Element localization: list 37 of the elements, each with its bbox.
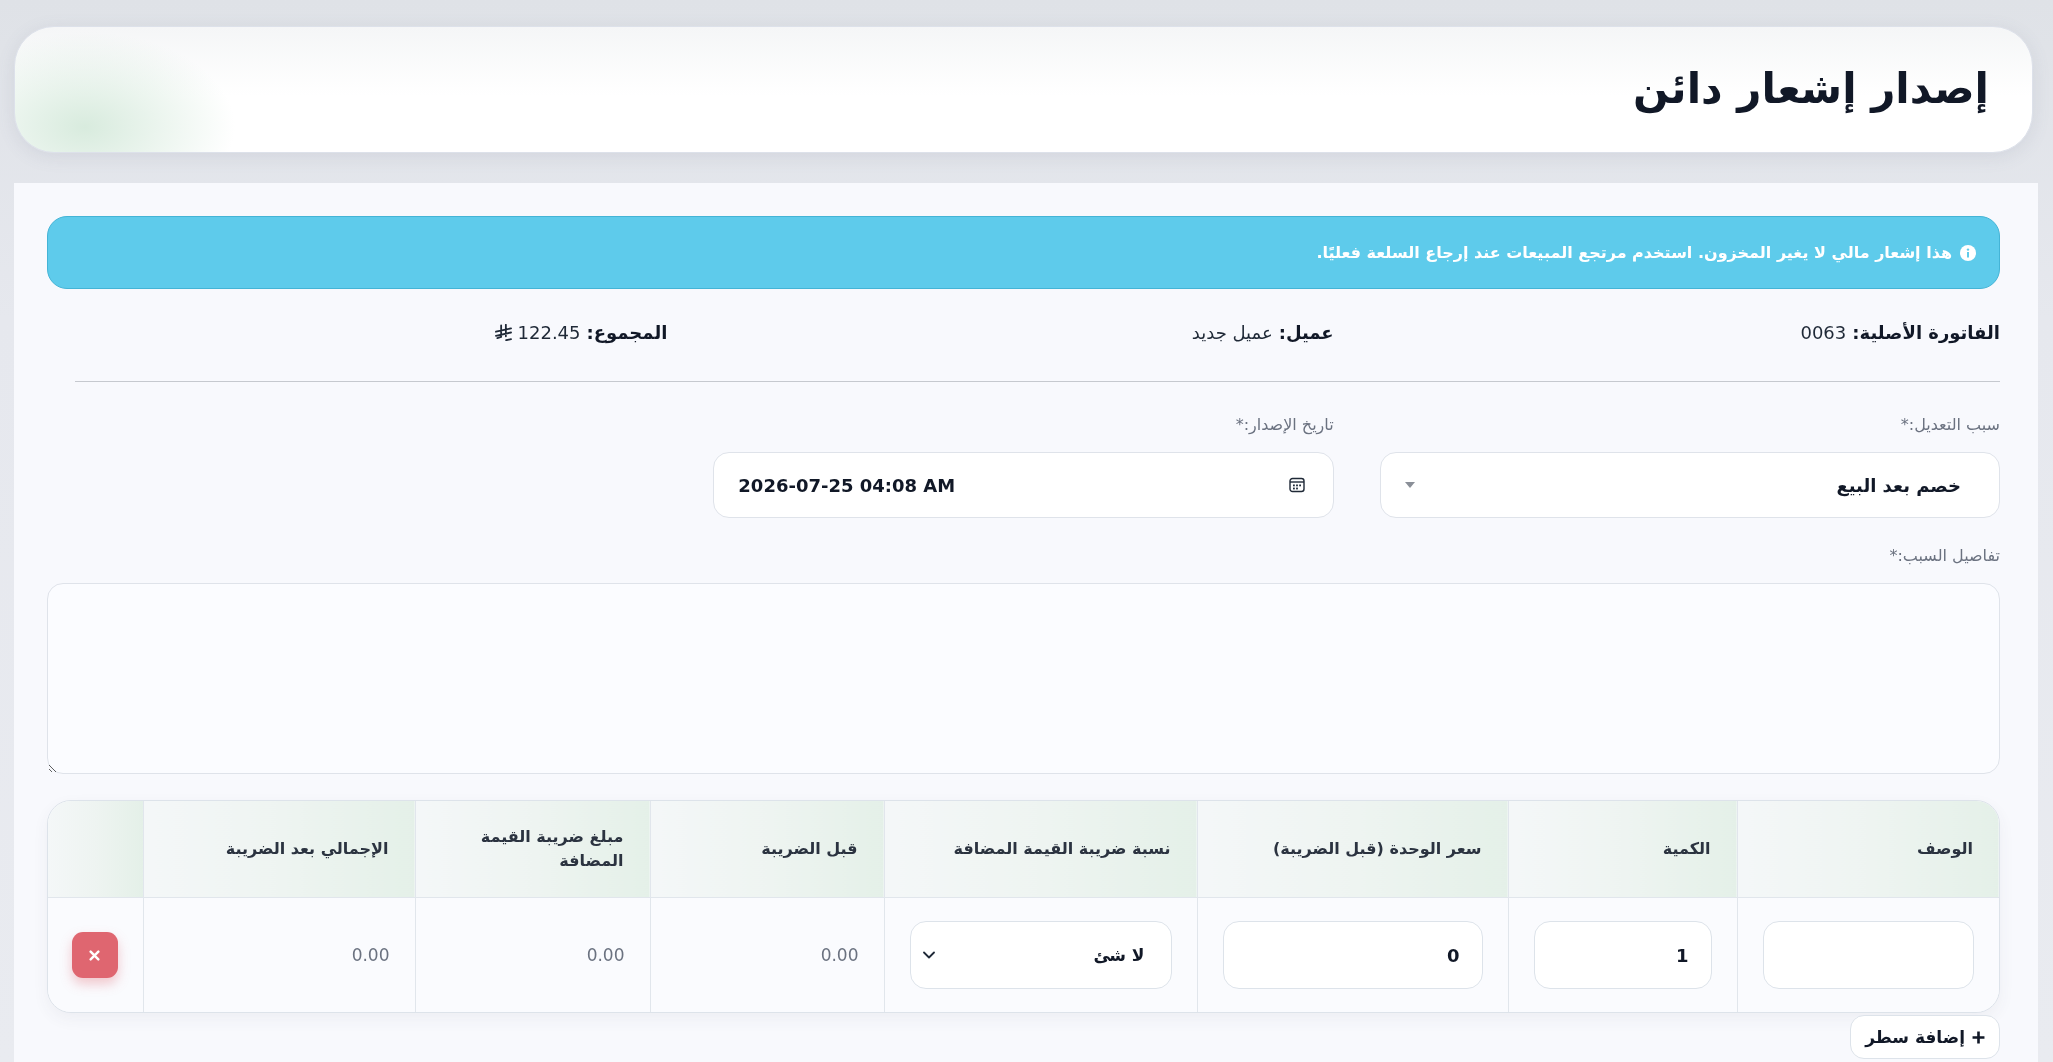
info-icon	[1960, 244, 1976, 261]
summary-label: عميل:	[1278, 321, 1334, 343]
info-message: هذا إشعار مالي لا يغير المخزون. استخدم مرتجع المبيعات عند إرجاع السلعة فعليًا.	[1316, 243, 1952, 262]
reason-details-field[interactable]	[47, 583, 2000, 774]
close-icon	[89, 949, 101, 961]
amount-value: 0.00	[586, 945, 625, 965]
field-label: تاريخ الإصدار:*	[1235, 414, 1334, 437]
column-header: الكمية	[1662, 839, 1711, 858]
summary-label: المجموع:	[586, 321, 668, 343]
chevron-down-icon	[922, 951, 935, 959]
calendar-icon[interactable]	[1288, 477, 1305, 493]
column-header: نسبة ضريبة القيمة المضافة	[953, 839, 1171, 858]
field-label: سبب التعديل:*	[1900, 414, 2000, 436]
plus-icon	[1972, 1030, 1985, 1044]
summary-value: 0063	[1800, 321, 1847, 343]
column-header: مبلغ ضريبة القيمة المضافة	[480, 827, 624, 870]
column-header: قبل الضريبة	[761, 839, 858, 858]
unit-price-input[interactable]: 0	[1222, 921, 1483, 989]
column-header: سعر الوحدة (قبل الضريبة)	[1272, 839, 1482, 858]
amount-value: 0.00	[820, 945, 859, 965]
column-header: الإجمالي بعد الضريبة	[225, 839, 389, 858]
reason-select[interactable]: خصم بعد البيع	[1379, 452, 2000, 518]
field-label: تفاصيل السبب:*	[1889, 545, 2000, 567]
currency-sign-icon	[494, 323, 512, 341]
column-header: الوصف	[1916, 839, 1973, 858]
summary-value: عميل جديد	[1191, 321, 1273, 343]
summary-label: الفاتورة الأصلية:	[1852, 321, 2000, 343]
add-row-button[interactable]: إضافة سطر	[1850, 1015, 2000, 1059]
summary-value: 122.45	[517, 321, 581, 343]
caret-icon	[1404, 482, 1415, 488]
page-title: إصدار إشعار دائن	[1633, 64, 1989, 115]
vat-rate-select[interactable]: لا شئ	[909, 921, 1172, 989]
quantity-input[interactable]: 1	[1533, 921, 1712, 989]
issue-date-field[interactable]: 2026-07-25 04:08 AM	[713, 452, 1334, 518]
amount-value: 0.00	[351, 945, 390, 965]
description-input[interactable]	[1762, 921, 1974, 989]
delete-row-button[interactable]	[71, 932, 118, 978]
